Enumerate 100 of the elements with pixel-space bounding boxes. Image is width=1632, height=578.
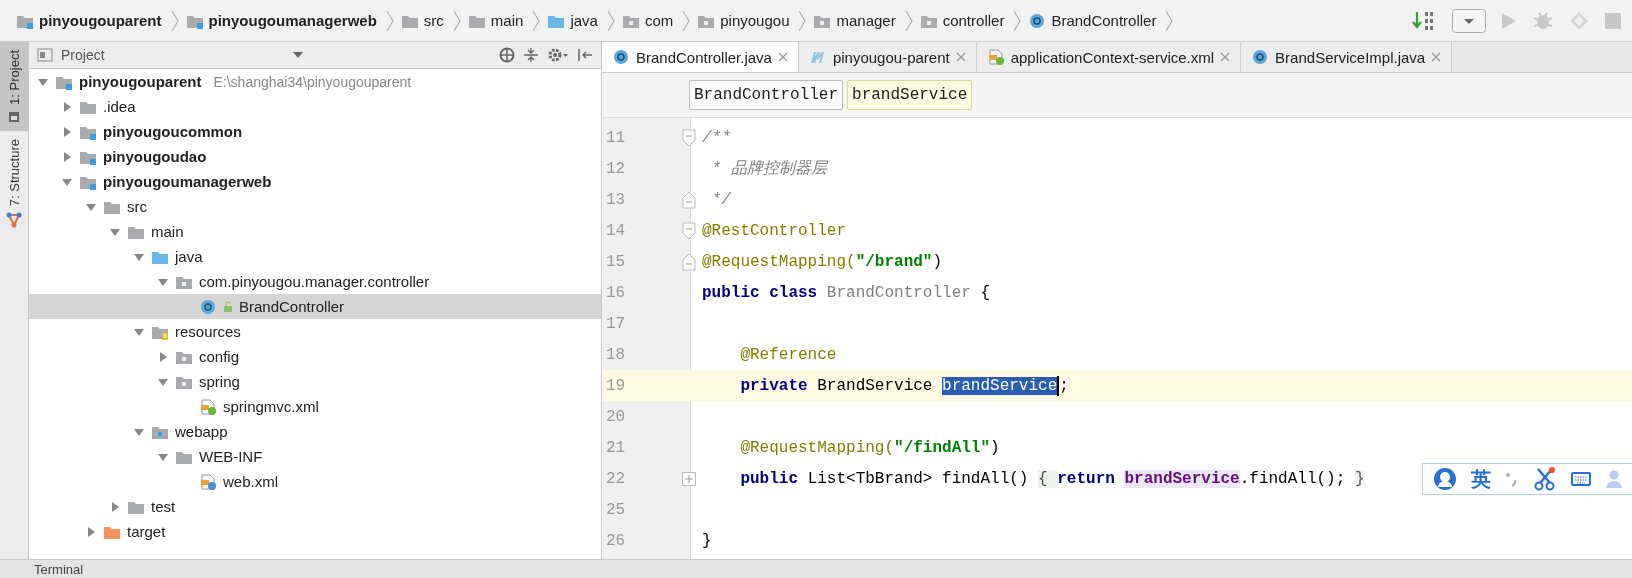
code-line: */ <box>710 190 731 209</box>
fold-marker-icon[interactable] <box>682 190 696 209</box>
code-line: public class BrandController { <box>702 283 991 302</box>
chevron-icon <box>451 9 462 32</box>
panel-title: Project <box>61 47 105 63</box>
project-icon <box>37 48 53 62</box>
tree-item[interactable]: webapp <box>29 419 601 444</box>
tree-item[interactable]: com.pinyougou.manager.controller <box>29 269 601 294</box>
collapse-arrow-icon[interactable] <box>61 125 73 138</box>
tree-item[interactable]: resources <box>29 319 601 344</box>
structure-icon <box>6 212 22 229</box>
line-number: 17 <box>605 314 627 333</box>
code-line: @Reference <box>739 345 837 364</box>
tool-window-tab[interactable]: 1: Project <box>0 42 28 131</box>
collapse-arrow-icon[interactable] <box>61 100 73 113</box>
expand-fold-icon[interactable] <box>682 471 696 486</box>
line-number: 16 <box>605 283 627 302</box>
tree-item[interactable]: pinyougoumanagerweb <box>29 169 601 194</box>
collapse-arrow-icon[interactable] <box>61 150 73 163</box>
chevron-icon <box>531 9 542 32</box>
dropdown-button[interactable] <box>1452 8 1486 33</box>
line-number: 12 <box>605 159 627 178</box>
code-line: * 品牌控制器层 <box>710 159 827 179</box>
breadcrumb-item[interactable]: java <box>541 12 606 29</box>
line-number: 19 <box>605 376 627 395</box>
chevron-icon <box>797 9 808 32</box>
class-icon <box>199 298 217 315</box>
chevron-icon <box>681 9 692 32</box>
chevron-icon <box>169 9 180 32</box>
editor-tab[interactable]: applicationContext-service.xml <box>976 42 1242 72</box>
maven-icon <box>808 49 827 65</box>
tree-item[interactable]: main <box>29 219 601 244</box>
tree-item[interactable]: BrandController <box>29 294 601 319</box>
tree-item[interactable]: pinyougouparent E:\shanghai34\pinyougouparent <box>29 69 601 94</box>
line-number: 20 <box>605 407 627 426</box>
code-line: private BrandService brandService; <box>739 375 1069 396</box>
line-number: 26 <box>605 531 627 550</box>
line-number: 21 <box>605 438 627 457</box>
code-line: public List<TbBrand> findAll() { return brandService.findAll(); } <box>739 469 1365 488</box>
window-icon <box>8 110 20 123</box>
fold-marker-icon[interactable] <box>682 252 696 271</box>
close-icon[interactable] <box>1220 52 1231 62</box>
breadcrumb-item[interactable]: com <box>615 12 682 29</box>
text-cursor <box>1057 375 1060 396</box>
fold-marker-icon[interactable] <box>682 128 696 147</box>
collapse-arrow-icon[interactable] <box>109 500 121 513</box>
line-number: 25 <box>605 500 627 519</box>
xml-file-icon <box>199 473 217 490</box>
breadcrumb-item[interactable]: BrandController <box>689 80 844 110</box>
xml-file-icon <box>199 398 217 415</box>
breadcrumb-item[interactable]: BrandController <box>1022 12 1165 29</box>
chevron-icon <box>903 9 914 32</box>
breadcrumb-item[interactable]: manager <box>807 12 904 29</box>
line-number: 14 <box>605 221 627 240</box>
tree-item[interactable]: .idea <box>29 94 601 119</box>
breadcrumb-item[interactable]: pinyougou <box>691 12 798 29</box>
breadcrumb-item[interactable]: src <box>394 12 452 29</box>
close-icon[interactable] <box>777 52 788 62</box>
tree-item[interactable]: test <box>29 494 601 519</box>
tree-item[interactable]: src <box>29 194 601 219</box>
tree-item[interactable]: WEB-INF <box>29 444 601 469</box>
class-icon <box>1028 12 1047 29</box>
line-number: 11 <box>605 128 627 147</box>
class-icon <box>1251 49 1270 65</box>
tree-item[interactable]: java <box>29 244 601 269</box>
dropdown-caret-icon[interactable] <box>293 52 303 58</box>
tree-item[interactable]: springmvc.xml <box>29 394 601 419</box>
xml-file-icon <box>986 49 1005 65</box>
breadcrumb-item[interactable]: main <box>461 12 532 29</box>
editor-tab[interactable]: BrandController.java <box>602 42 799 72</box>
chevron-icon <box>605 9 616 32</box>
breadcrumb-item[interactable]: brandService <box>847 80 973 110</box>
target-icon[interactable] <box>499 47 515 63</box>
collapse-arrow-icon[interactable] <box>157 350 169 363</box>
tree-item[interactable]: config <box>29 344 601 369</box>
editor-tab[interactable]: BrandServiceImpl.java <box>1241 42 1453 72</box>
tree-item[interactable]: spring <box>29 369 601 394</box>
settings-icon[interactable] <box>547 47 569 63</box>
close-icon[interactable] <box>1431 52 1442 62</box>
breadcrumb-item[interactable]: pinyougoumanagerweb <box>179 12 385 29</box>
collapse-all-icon[interactable] <box>523 47 539 63</box>
line-number: 13 <box>605 190 627 209</box>
code-line: @RequestMapping("/brand") <box>702 252 943 271</box>
breadcrumb-item[interactable]: pinyougouparent <box>10 12 170 29</box>
tree-item[interactable]: pinyougoudao <box>29 144 601 169</box>
close-icon[interactable] <box>955 52 966 62</box>
tool-window-tab[interactable]: 7: Structure <box>0 130 28 237</box>
editor-tab[interactable]: pinyougou-parent <box>798 42 977 72</box>
breadcrumb-item[interactable]: controller <box>913 12 1013 29</box>
fold-marker-icon[interactable] <box>682 221 696 240</box>
tool-window-tab[interactable]: Terminal <box>34 561 84 577</box>
collapse-arrow-icon[interactable] <box>85 525 97 538</box>
tree-item[interactable]: web.xml <box>29 469 601 494</box>
line-number: 15 <box>605 252 627 271</box>
hide-panel-icon[interactable] <box>577 47 593 63</box>
tree-item[interactable]: pinyougoucommon <box>29 119 601 144</box>
code-line: /** <box>702 128 731 147</box>
project-path: E:\shanghai34\pinyougouparent <box>213 73 412 90</box>
line-number: 22 <box>605 469 627 488</box>
tree-item[interactable]: target <box>29 519 601 544</box>
